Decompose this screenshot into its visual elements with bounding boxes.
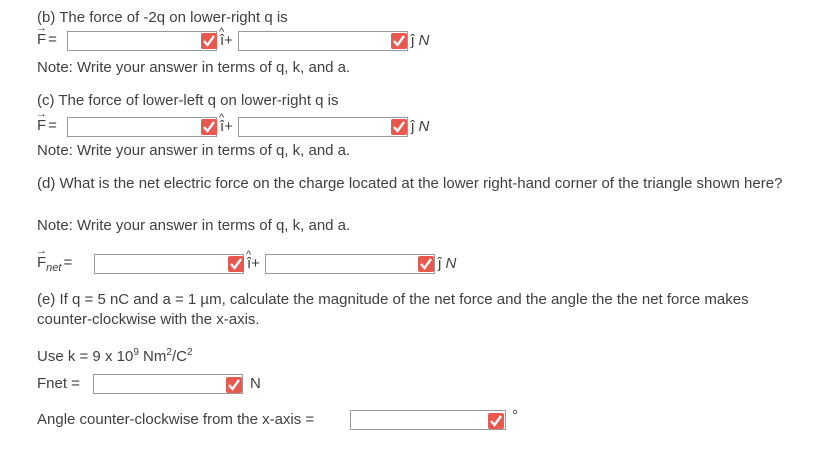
part-b-j-unit: ĵ N bbox=[411, 32, 430, 49]
check-icon bbox=[418, 256, 434, 272]
part-d-force-label: Fnet= bbox=[36, 241, 74, 278]
part-c-i-input[interactable] bbox=[67, 117, 217, 137]
fnet-unit: N bbox=[250, 375, 261, 392]
part-d-j-input[interactable] bbox=[265, 254, 435, 274]
fnet-input[interactable] bbox=[93, 374, 243, 394]
fnet-label: Fnet = bbox=[37, 375, 80, 392]
part-c-j-input[interactable] bbox=[238, 117, 408, 137]
part-e-use-k: Use k = 9 x 109 Nm2/C2 bbox=[37, 347, 193, 365]
angle-input[interactable] bbox=[350, 410, 506, 430]
part-c-force-label: F= bbox=[36, 104, 59, 136]
angle-label: Angle counter-clockwise from the x-axis … bbox=[37, 411, 315, 428]
force-vector-symbol: F bbox=[36, 18, 47, 50]
part-b-i-input[interactable] bbox=[67, 31, 217, 51]
force-vector-symbol: F bbox=[36, 241, 47, 273]
check-icon bbox=[488, 413, 504, 429]
part-d-i-input[interactable] bbox=[94, 254, 244, 274]
part-c-i-hat: î+ bbox=[219, 108, 233, 137]
part-d-question: (d) What is the net electric force on th… bbox=[37, 175, 783, 192]
part-b-question: (b) The force of -2q on lower-right q is bbox=[37, 9, 288, 26]
part-c-j-unit: ĵ N bbox=[411, 118, 430, 135]
check-icon bbox=[391, 119, 407, 135]
part-b-i-hat: î+ bbox=[219, 22, 233, 51]
part-e-question: (e) If q = 5 nC and a = 1 µm, calculate … bbox=[37, 291, 749, 328]
part-d-note: Note: Write your answer in terms of q, k… bbox=[37, 217, 351, 234]
part-b-force-label: F= bbox=[36, 18, 59, 50]
part-d-j-unit: ĵ N bbox=[438, 255, 457, 272]
part-b-j-input[interactable] bbox=[238, 31, 408, 51]
part-c-question: (c) The force of lower-left q on lower-r… bbox=[37, 92, 339, 109]
check-icon bbox=[201, 33, 217, 49]
check-icon bbox=[228, 256, 244, 272]
part-c-note: Note: Write your answer in terms of q, k… bbox=[37, 142, 351, 159]
check-icon bbox=[391, 33, 407, 49]
angle-unit: ° bbox=[512, 407, 518, 424]
check-icon bbox=[226, 377, 242, 393]
part-b-note: Note: Write your answer in terms of q, k… bbox=[37, 59, 351, 76]
part-d-i-hat: î+ bbox=[246, 245, 260, 274]
check-icon bbox=[201, 119, 217, 135]
force-vector-symbol: F bbox=[36, 104, 47, 136]
